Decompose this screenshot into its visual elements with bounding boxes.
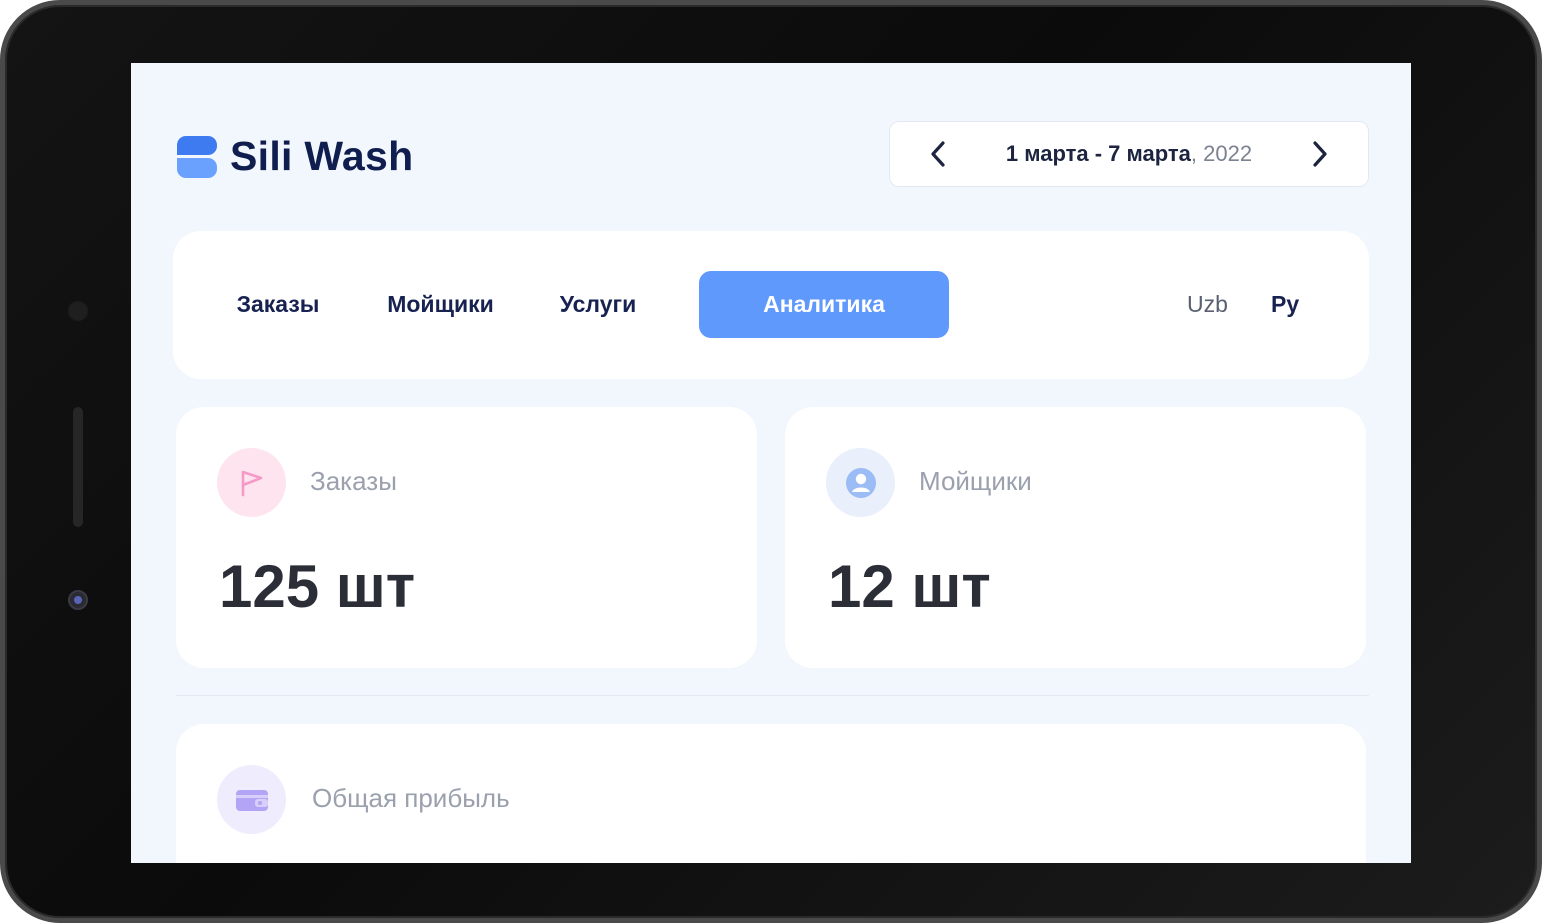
camera-lens: [68, 590, 88, 610]
app-screen: Sili Wash 1 марта - 7 марта, 2022 Заказы…: [131, 63, 1411, 863]
user-icon: [826, 448, 895, 517]
flag-icon: [217, 448, 286, 517]
profit-card: Общая прибыль: [176, 724, 1366, 863]
washers-stat-value: 12 шт: [828, 553, 991, 620]
prev-week-button[interactable]: [924, 140, 952, 168]
profit-label: Общая прибыль: [312, 783, 510, 813]
date-range-label: 1 марта - 7 марта, 2022: [1006, 141, 1252, 167]
next-week-button[interactable]: [1306, 140, 1334, 168]
date-range-year: , 2022: [1190, 141, 1253, 166]
washers-stat-card: Мойщики 12 шт: [785, 407, 1366, 668]
tab-orders[interactable]: Заказы: [213, 271, 343, 338]
chevron-left-icon: [931, 141, 945, 167]
washers-stat-label: Мойщики: [919, 466, 1032, 496]
lang-ru[interactable]: Ру: [1271, 291, 1299, 318]
tab-services[interactable]: Услуги: [538, 271, 658, 338]
tab-analytics[interactable]: Аналитика: [699, 271, 949, 338]
app-name: Sili Wash: [230, 133, 414, 179]
tab-washers[interactable]: Мойщики: [368, 271, 513, 338]
orders-stat-label: Заказы: [310, 466, 397, 496]
main-nav: Заказы Мойщики Услуги Аналитика Uzb Ру: [173, 231, 1369, 379]
chevron-right-icon: [1313, 141, 1327, 167]
date-range-text: 1 марта - 7 марта: [1005, 141, 1191, 166]
orders-stat-card: Заказы 125 шт: [176, 407, 757, 668]
app-logo[interactable]: Sili Wash: [177, 133, 413, 180]
section-divider: [176, 695, 1369, 696]
date-range-picker: 1 марта - 7 марта, 2022: [889, 121, 1369, 187]
wallet-icon: [217, 765, 286, 834]
orders-stat-value: 125 шт: [219, 553, 416, 620]
lang-uzb[interactable]: Uzb: [1187, 291, 1228, 318]
logo-icon: [177, 135, 217, 178]
device-button-slot: [73, 407, 83, 527]
sensor-dot: [67, 300, 89, 322]
